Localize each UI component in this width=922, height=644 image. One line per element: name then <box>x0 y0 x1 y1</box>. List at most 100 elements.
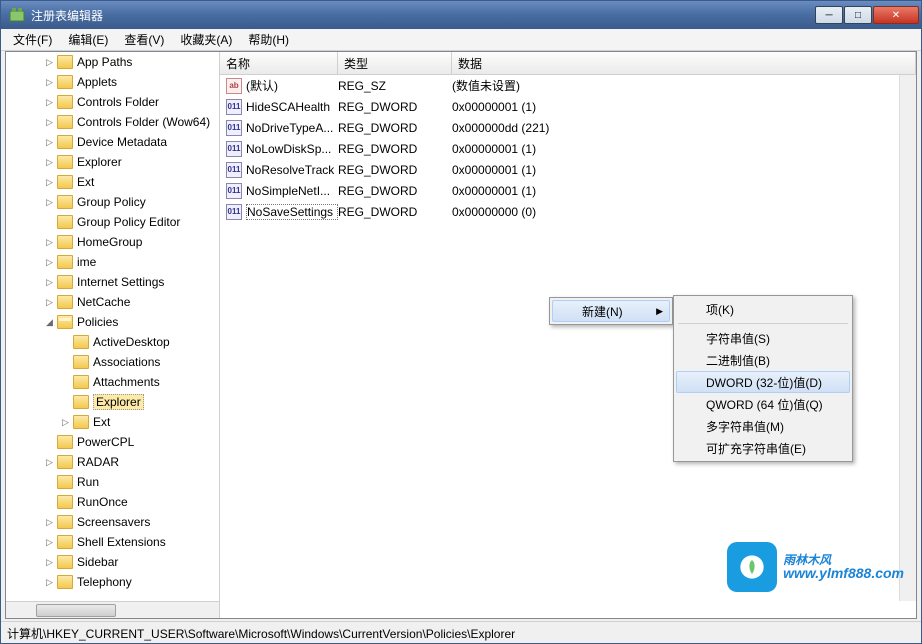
tree-item[interactable]: ◢Policies <box>6 312 219 332</box>
tree-item[interactable]: ▷Telephony <box>6 572 219 592</box>
regedit-window: 注册表编辑器 ─ □ ✕ 文件(F) 编辑(E) 查看(V) 收藏夹(A) 帮助… <box>0 0 922 644</box>
expand-icon[interactable]: ▷ <box>60 417 71 428</box>
tree-item[interactable]: Group Policy Editor <box>6 212 219 232</box>
close-button[interactable]: ✕ <box>873 6 919 24</box>
expand-icon[interactable]: ▷ <box>44 117 55 128</box>
titlebar[interactable]: 注册表编辑器 ─ □ ✕ <box>1 1 921 29</box>
tree-panel[interactable]: ▷App Paths▷Applets▷Controls Folder▷Contr… <box>6 52 220 618</box>
folder-icon <box>73 375 89 389</box>
expand-icon[interactable]: ▷ <box>44 557 55 568</box>
list-row[interactable]: 011NoSaveSettingsREG_DWORD0x00000000 (0) <box>220 201 916 222</box>
list-row[interactable]: 011NoResolveTrackREG_DWORD0x00000001 (1) <box>220 159 916 180</box>
tree-item-label: ime <box>77 255 96 269</box>
expand-icon[interactable] <box>44 497 55 508</box>
tree-item[interactable]: Associations <box>6 352 219 372</box>
folder-icon <box>57 495 73 509</box>
ctx-new-qword[interactable]: QWORD (64 位)值(Q) <box>676 393 850 415</box>
list-panel[interactable]: 名称 类型 数据 ab(默认)REG_SZ(数值未设置)011HideSCAHe… <box>220 52 916 618</box>
ctx-new-string[interactable]: 字符串值(S) <box>676 327 850 349</box>
ctx-new-key[interactable]: 项(K) <box>676 298 850 320</box>
expand-icon[interactable]: ▷ <box>44 297 55 308</box>
expand-icon[interactable]: ▷ <box>44 277 55 288</box>
tree-item[interactable]: ▷Controls Folder (Wow64) <box>6 112 219 132</box>
menu-favorites[interactable]: 收藏夹(A) <box>172 29 240 50</box>
list-vscrollbar[interactable] <box>899 75 916 601</box>
minimize-button[interactable]: ─ <box>815 6 843 24</box>
expand-icon[interactable]: ▷ <box>44 97 55 108</box>
tree-item[interactable]: ▷Screensavers <box>6 512 219 532</box>
expand-icon[interactable]: ▷ <box>44 457 55 468</box>
tree-item[interactable]: ▷RADAR <box>6 452 219 472</box>
list-row[interactable]: 011NoLowDiskSp...REG_DWORD0x00000001 (1) <box>220 138 916 159</box>
list-row[interactable]: ab(默认)REG_SZ(数值未设置) <box>220 75 916 96</box>
tree-item[interactable]: ▷Shell Extensions <box>6 532 219 552</box>
tree-item[interactable]: ▷App Paths <box>6 52 219 72</box>
expand-icon[interactable]: ▷ <box>44 517 55 528</box>
expand-icon[interactable] <box>44 437 55 448</box>
expand-icon[interactable] <box>60 377 71 388</box>
folder-icon <box>57 475 73 489</box>
folder-icon <box>57 555 73 569</box>
list-row[interactable]: 011NoDriveTypeA...REG_DWORD0x000000dd (2… <box>220 117 916 138</box>
tree-item[interactable]: ▷Explorer <box>6 152 219 172</box>
expand-icon[interactable]: ▷ <box>44 197 55 208</box>
ctx-new[interactable]: 新建(N)▶ <box>552 300 670 322</box>
menu-view[interactable]: 查看(V) <box>116 29 172 50</box>
expand-icon[interactable]: ◢ <box>44 317 55 328</box>
tree-item[interactable]: ▷Ext <box>6 412 219 432</box>
tree-item[interactable]: Attachments <box>6 372 219 392</box>
col-header-type[interactable]: 类型 <box>338 52 452 74</box>
tree-item[interactable]: ▷Applets <box>6 72 219 92</box>
expand-icon[interactable] <box>60 357 71 368</box>
list-row[interactable]: 011HideSCAHealthREG_DWORD0x00000001 (1) <box>220 96 916 117</box>
menu-help[interactable]: 帮助(H) <box>240 29 297 50</box>
ctx-new-binary[interactable]: 二进制值(B) <box>676 349 850 371</box>
string-value-icon: ab <box>226 78 242 94</box>
menu-edit[interactable]: 编辑(E) <box>60 29 116 50</box>
col-header-data[interactable]: 数据 <box>452 52 916 74</box>
ctx-new-multi[interactable]: 多字符串值(M) <box>676 415 850 437</box>
tree-item[interactable]: ▷Device Metadata <box>6 132 219 152</box>
expand-icon[interactable]: ▷ <box>44 257 55 268</box>
list-row[interactable]: 011NoSimpleNetI...REG_DWORD0x00000001 (1… <box>220 180 916 201</box>
tree-hscrollbar[interactable] <box>6 601 219 618</box>
expand-icon[interactable]: ▷ <box>44 577 55 588</box>
tree-item[interactable]: ▷ Group Policy <box>6 192 219 212</box>
tree-item[interactable]: PowerCPL <box>6 432 219 452</box>
expand-icon[interactable]: ▷ <box>44 177 55 188</box>
tree-item[interactable]: ActiveDesktop <box>6 332 219 352</box>
tree-item[interactable]: ▷NetCache <box>6 292 219 312</box>
tree-item[interactable]: Explorer <box>6 392 219 412</box>
expand-icon[interactable]: ▷ <box>44 57 55 68</box>
dword-value-icon: 011 <box>226 162 242 178</box>
maximize-button[interactable]: □ <box>844 6 872 24</box>
expand-icon[interactable]: ▷ <box>44 537 55 548</box>
tree-item[interactable]: ▷ ime <box>6 252 219 272</box>
tree-item[interactable]: RunOnce <box>6 492 219 512</box>
tree-item[interactable]: Run <box>6 472 219 492</box>
expand-icon[interactable] <box>60 397 71 408</box>
dword-value-icon: 011 <box>226 120 242 136</box>
ctx-new-expand[interactable]: 可扩充字符串值(E) <box>676 437 850 459</box>
tree-item-label: Internet Settings <box>77 275 164 289</box>
tree-item[interactable]: ▷Ext <box>6 172 219 192</box>
expand-icon[interactable]: ▷ <box>44 77 55 88</box>
expand-icon[interactable]: ▷ <box>44 137 55 148</box>
expand-icon[interactable] <box>44 217 55 228</box>
tree-item-label: Group Policy <box>77 195 146 209</box>
cell-name: (默认) <box>246 77 338 94</box>
expand-icon[interactable] <box>44 477 55 488</box>
menu-file[interactable]: 文件(F) <box>5 29 60 50</box>
col-header-name[interactable]: 名称 <box>220 52 338 74</box>
tree-item[interactable]: ▷HomeGroup <box>6 232 219 252</box>
tree-item[interactable]: ▷ Internet Settings <box>6 272 219 292</box>
scrollbar-thumb[interactable] <box>36 604 116 617</box>
folder-icon <box>73 355 89 369</box>
expand-icon[interactable]: ▷ <box>44 237 55 248</box>
expand-icon[interactable] <box>60 337 71 348</box>
expand-icon[interactable]: ▷ <box>44 157 55 168</box>
menu-separator <box>678 323 848 324</box>
tree-item[interactable]: ▷Controls Folder <box>6 92 219 112</box>
tree-item[interactable]: ▷Sidebar <box>6 552 219 572</box>
ctx-new-dword[interactable]: DWORD (32-位)值(D) <box>676 371 850 393</box>
